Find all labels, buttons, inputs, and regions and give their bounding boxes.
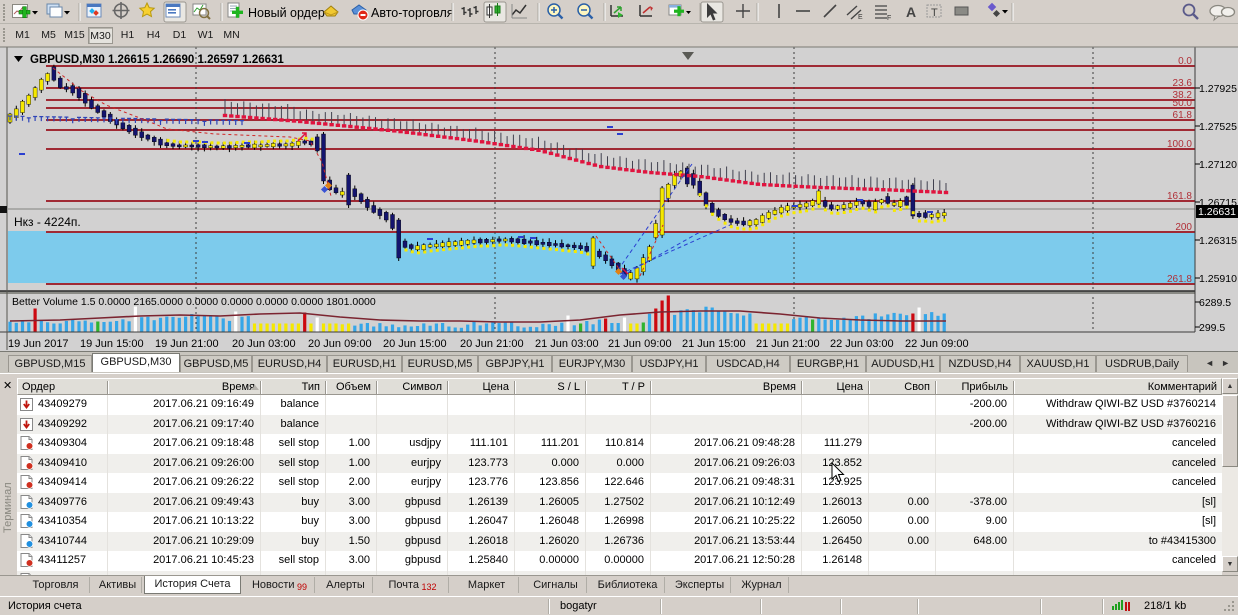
svg-text:GBPUSD,M30 1.26615 1.26690 1: GBPUSD,M30 1.26615 1.26690 1.26597 1.266… [30, 54, 284, 66]
svg-text:19 Jun 15:00: 19 Jun 15:00 [80, 338, 144, 350]
svg-text:50.0: 50.0 [1173, 98, 1193, 109]
svg-text:19 Jun 21:00: 19 Jun 21:00 [155, 338, 219, 350]
svg-text:21 Jun 03:00: 21 Jun 03:00 [535, 338, 599, 350]
svg-text:0.0: 0.0 [1178, 56, 1192, 67]
svg-text:261.8: 261.8 [1167, 274, 1192, 285]
svg-text:20 Jun 09:00: 20 Jun 09:00 [308, 338, 372, 350]
svg-text:100.0: 100.0 [1167, 139, 1192, 150]
svg-text:23.6: 23.6 [1173, 78, 1193, 89]
svg-text:21 Jun 15:00: 21 Jun 15:00 [682, 338, 746, 350]
svg-text:Better Volume 1.5 0.0000 2165.: Better Volume 1.5 0.0000 2165.0000 0.000… [12, 296, 376, 308]
svg-text:20 Jun 15:00: 20 Jun 15:00 [383, 338, 447, 350]
svg-text:61.8: 61.8 [1173, 110, 1193, 121]
svg-text:299.5: 299.5 [1199, 322, 1225, 334]
svg-text:21 Jun 09:00: 21 Jun 09:00 [608, 338, 672, 350]
svg-text:Нкз - 4224п.: Нкз - 4224п. [14, 215, 81, 229]
svg-text:1.27120: 1.27120 [1199, 159, 1237, 171]
svg-text:1.27525: 1.27525 [1199, 121, 1237, 133]
svg-text:1.26631: 1.26631 [1198, 206, 1236, 218]
svg-text:22 Jun 09:00: 22 Jun 09:00 [905, 338, 969, 350]
svg-text:19 Jun 2017: 19 Jun 2017 [8, 338, 69, 350]
svg-text:21 Jun 21:00: 21 Jun 21:00 [756, 338, 820, 350]
svg-text:1.25910: 1.25910 [1199, 273, 1237, 285]
svg-text:1.26315: 1.26315 [1199, 235, 1237, 247]
svg-text:1.27925: 1.27925 [1199, 83, 1237, 95]
svg-text:200: 200 [1175, 222, 1192, 233]
svg-text:6289.5: 6289.5 [1199, 297, 1231, 309]
svg-text:20 Jun 03:00: 20 Jun 03:00 [232, 338, 296, 350]
svg-text:22 Jun 03:00: 22 Jun 03:00 [830, 338, 894, 350]
svg-text:161.8: 161.8 [1167, 191, 1192, 202]
svg-text:20 Jun 21:00: 20 Jun 21:00 [460, 338, 524, 350]
